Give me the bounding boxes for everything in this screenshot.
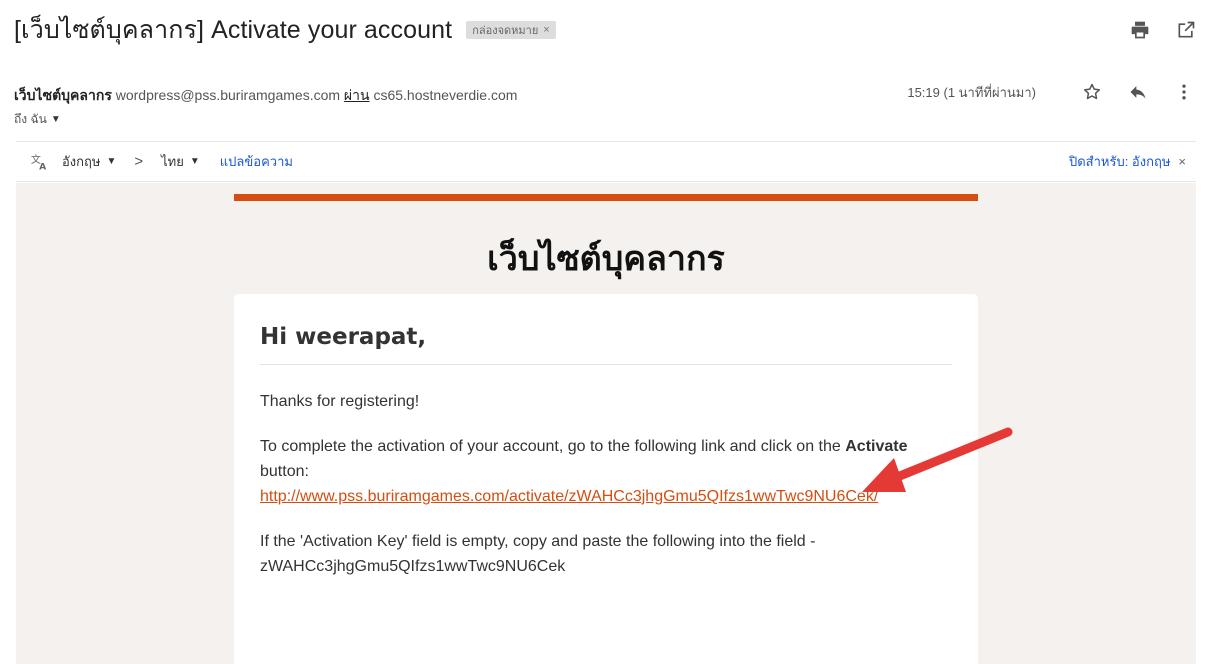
open-new-window-icon[interactable] bbox=[1176, 20, 1196, 40]
reply-icon[interactable] bbox=[1126, 80, 1150, 104]
svg-text:A: A bbox=[39, 161, 47, 172]
chevron-right-icon: > bbox=[134, 153, 144, 170]
translate-bar: 文 A อังกฤษ ▼ > ไทย ▼ แปลข้อความ ปิดสำหรั… bbox=[16, 141, 1196, 182]
subject-row: [เว็บไซต์บุคลากร] Activate your account … bbox=[14, 10, 556, 50]
via-domain: cs65.hostneverdie.com bbox=[373, 87, 518, 103]
recipient-label: ถึง ฉัน bbox=[14, 112, 47, 126]
translate-message-link[interactable]: แปลข้อความ bbox=[220, 151, 293, 172]
message-card: Hi weerapat, Thanks for registering! To … bbox=[234, 294, 978, 664]
sender-email: wordpress@pss.buriramgames.com bbox=[115, 87, 341, 103]
instruction-paragraph: To complete the activation of your accou… bbox=[260, 434, 950, 509]
top-actions bbox=[1130, 20, 1196, 40]
activation-key: zWAHCc3jhgGmu5QIfzs1wwTwc9NU6Cek bbox=[260, 558, 566, 575]
sender-line: เว็บไซต์บุคลากร wordpress@pss.buriramgam… bbox=[14, 85, 517, 107]
source-language-dropdown[interactable]: อังกฤษ ▼ bbox=[62, 151, 116, 172]
key-paragraph: If the 'Activation Key' field is empty, … bbox=[260, 529, 940, 579]
via-link[interactable]: ผ่าน bbox=[344, 87, 370, 103]
accent-bar bbox=[234, 194, 978, 201]
activate-word: Activate bbox=[845, 438, 908, 455]
caret-down-icon: ▼ bbox=[189, 156, 200, 167]
thanks-text: Thanks for registering! bbox=[260, 393, 420, 410]
star-icon[interactable] bbox=[1080, 80, 1104, 104]
email-subject: [เว็บไซต์บุคลากร] Activate your account bbox=[14, 16, 453, 44]
inbox-label-chip[interactable]: กล่องจดหมาย × bbox=[466, 21, 556, 39]
key-instruction: If the 'Activation Key' field is empty, … bbox=[260, 533, 816, 550]
greeting: Hi weerapat, bbox=[260, 324, 952, 365]
turn-off-translation[interactable]: ปิดสำหรับ: อังกฤษ × bbox=[1069, 151, 1186, 172]
remove-label-button[interactable]: × bbox=[543, 24, 549, 36]
source-language: อังกฤษ bbox=[62, 154, 101, 169]
sender-name: เว็บไซต์บุคลากร bbox=[14, 87, 112, 103]
instruction-text: To complete the activation of your accou… bbox=[260, 438, 841, 455]
instruction-text-end: button: bbox=[260, 463, 309, 480]
timestamp: 15:19 (1 นาทีที่ผ่านมา) bbox=[907, 84, 1036, 100]
close-icon[interactable]: × bbox=[1178, 154, 1186, 169]
email-body: เว็บไซต์บุคลากร Hi weerapat, Thanks for … bbox=[16, 183, 1196, 664]
turn-off-label: ปิดสำหรับ: อังกฤษ bbox=[1068, 154, 1171, 169]
more-vert-icon[interactable] bbox=[1172, 80, 1196, 104]
translate-icon: 文 A bbox=[31, 152, 47, 172]
label-text: กล่องจดหมาย bbox=[472, 25, 539, 37]
print-icon[interactable] bbox=[1130, 20, 1150, 40]
site-title: เว็บไซต์บุคลากร bbox=[487, 239, 725, 279]
caret-down-icon: ▼ bbox=[106, 156, 117, 167]
message-meta: 15:19 (1 นาทีที่ผ่านมา) bbox=[907, 80, 1196, 104]
activation-link[interactable]: http://www.pss.buriramgames.com/activate… bbox=[260, 488, 878, 505]
recipient-dropdown[interactable]: ถึง ฉัน ▼ bbox=[14, 110, 61, 129]
caret-down-icon: ▼ bbox=[50, 114, 61, 125]
target-language-dropdown[interactable]: ไทย ▼ bbox=[161, 151, 200, 172]
target-language: ไทย bbox=[161, 154, 184, 169]
